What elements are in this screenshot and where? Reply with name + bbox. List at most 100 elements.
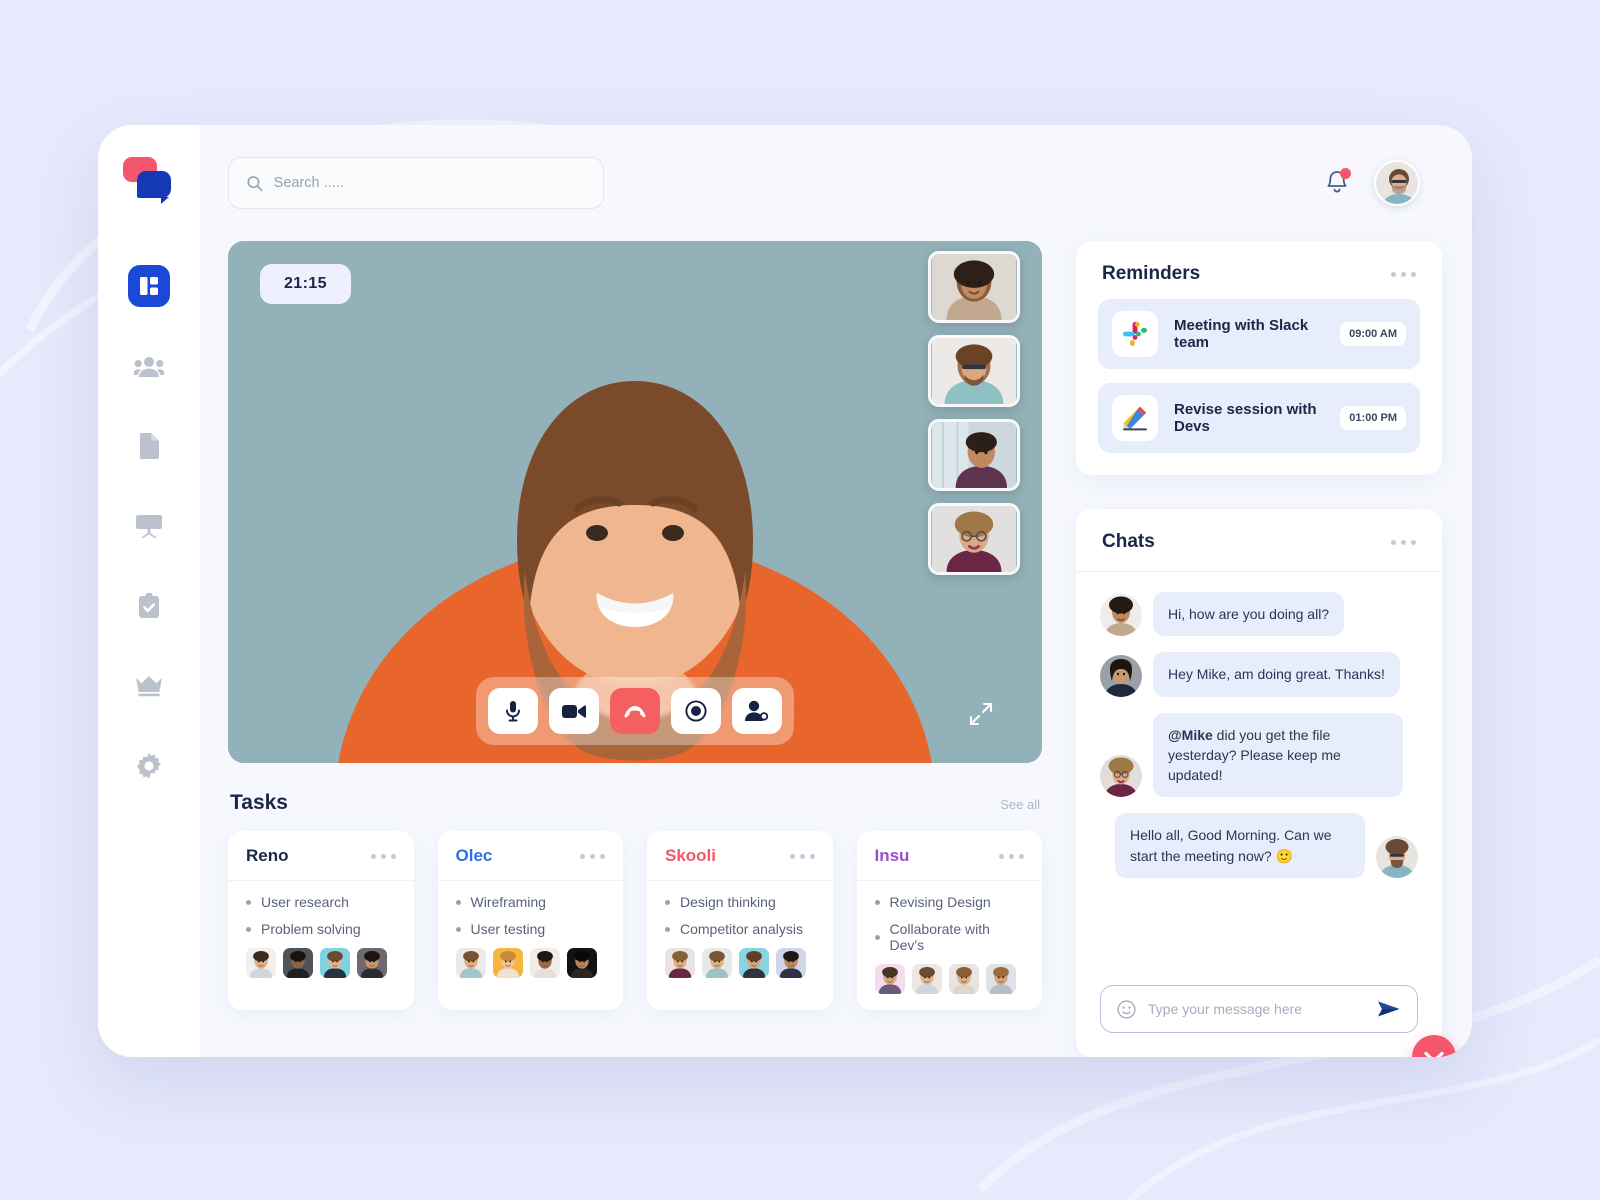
search-box[interactable] [228,157,604,209]
crown-icon [136,676,162,697]
avatar-image [1100,654,1142,697]
smiley-icon[interactable] [1117,999,1136,1019]
task-card-body: User research Problem solving [228,881,414,994]
task-card-more-button[interactable] [580,853,605,859]
end-call-button[interactable] [610,688,660,734]
message-input-box[interactable] [1100,985,1418,1033]
chat-avatar[interactable] [1100,654,1142,697]
add-person-button[interactable] [732,688,782,734]
reminders-more-button[interactable] [1391,271,1416,277]
task-member-avatar[interactable] [702,948,732,978]
reminder-time: 01:00 PM [1340,406,1406,430]
task-card-more-button[interactable] [789,853,815,859]
avatar-image [246,948,276,978]
chat-avatar[interactable] [1100,755,1142,798]
task-member-avatar[interactable] [455,948,486,978]
task-member-avatar[interactable] [492,948,523,978]
tasks-see-all-link[interactable]: See all [1000,797,1040,812]
gear-icon [137,753,161,779]
task-card-title: Olec [455,846,493,865]
send-icon[interactable] [1377,999,1401,1019]
reminder-label: Meeting with Slack team [1174,317,1309,351]
chat-message-incoming: Hey Mike, am doing great. Thanks! [1100,652,1418,697]
chat-message-incoming: Hi, how are you doing all? [1100,592,1418,637]
document-icon [140,433,159,459]
participant-thumbnail-3[interactable] [928,419,1020,491]
notifications-button[interactable] [1324,168,1351,197]
task-member-avatar[interactable] [357,948,387,978]
reminder-label: Revise session with Devs [1174,401,1317,435]
topbar-actions [1324,160,1420,206]
task-item: User research [246,894,396,910]
reminder-item[interactable]: Meeting with Slack team 09:00 AM [1098,299,1420,369]
task-member-avatar[interactable] [665,948,695,978]
sidebar-item-team[interactable] [128,345,170,387]
task-members [665,948,815,978]
sidebar-item-presentations[interactable] [128,505,170,547]
sidebar-item-tasks[interactable] [128,585,170,627]
chat-avatar[interactable] [1100,594,1142,637]
participant-thumbnail-2[interactable] [928,335,1020,407]
task-item: Wireframing [456,894,606,910]
search-input[interactable] [273,175,585,191]
record-button[interactable] [671,688,721,734]
task-item: Design thinking [665,894,815,910]
fullscreen-button[interactable] [968,701,994,727]
task-member-avatar[interactable] [911,964,942,994]
task-member-avatar[interactable] [739,948,769,978]
participant-thumbnails [928,251,1020,575]
chat-bubble: Hey Mike, am doing great. Thanks! [1153,652,1400,697]
chat-messages: Hi, how are you doing all? Hey Mike, am … [1076,572,1442,977]
user-avatar[interactable] [1374,160,1420,206]
task-item-list: Revising Design Collaborate with Dev's [875,894,1025,953]
task-card-title: Reno [246,846,289,865]
avatar-image [739,948,769,978]
task-member-avatar[interactable] [874,964,905,994]
task-member-avatar[interactable] [283,948,313,978]
people-icon [134,357,164,377]
message-input[interactable] [1148,1001,1365,1017]
task-member-avatar[interactable] [985,964,1016,994]
chat-avatar[interactable] [1376,836,1418,879]
chat-message-outgoing: Hello all, Good Morning. Can we start th… [1100,813,1418,879]
call-controls [476,677,794,745]
left-column: 21:15 Tasks See all Reno User research P… [228,241,1042,1057]
participant-2-image [931,338,1017,404]
microphone-button[interactable] [488,688,538,734]
sidebar-item-premium[interactable] [128,665,170,707]
chats-more-button[interactable] [1391,539,1416,545]
chat-text: Hello all, Good Morning. Can we start th… [1130,827,1332,864]
task-member-avatar[interactable] [529,948,560,978]
avatar-image [566,948,597,978]
avatar-image [357,948,387,978]
record-icon [685,700,707,722]
task-item: Competitor analysis [665,921,815,937]
slack-icon [1123,322,1147,346]
task-member-avatar[interactable] [776,948,806,978]
avatar-image [948,964,979,994]
avatar-image [911,964,942,994]
task-card-more-button[interactable] [999,853,1024,859]
task-cards: Reno User research Problem solving Olec … [228,831,1042,1010]
sidebar-item-settings[interactable] [128,745,170,787]
task-member-avatar[interactable] [320,948,350,978]
task-member-avatar[interactable] [948,964,979,994]
camera-button[interactable] [549,688,599,734]
task-card-body: Design thinking Competitor analysis [647,881,833,994]
participant-3-image [931,422,1017,488]
participant-thumbnail-4[interactable] [928,503,1020,575]
participant-thumbnail-1[interactable] [928,251,1020,323]
reminder-item[interactable]: Revise session with Devs 01:00 PM [1098,383,1420,453]
sidebar-item-documents[interactable] [128,425,170,467]
camera-icon [562,704,586,718]
task-member-avatar[interactable] [566,948,597,978]
task-card[interactable]: Skooli Design thinking Competitor analysi… [647,831,833,1010]
task-card[interactable]: Reno User research Problem solving [228,831,414,1010]
task-member-avatar[interactable] [246,948,276,978]
presentation-icon [136,515,162,538]
task-card-more-button[interactable] [370,853,396,859]
call-timer: 21:15 [260,264,351,304]
task-card[interactable]: Olec Wireframing User testing [437,831,623,1010]
task-card[interactable]: Insu Revising Design Collaborate with Dev… [856,831,1042,1010]
sidebar-item-dashboard[interactable] [128,265,170,307]
